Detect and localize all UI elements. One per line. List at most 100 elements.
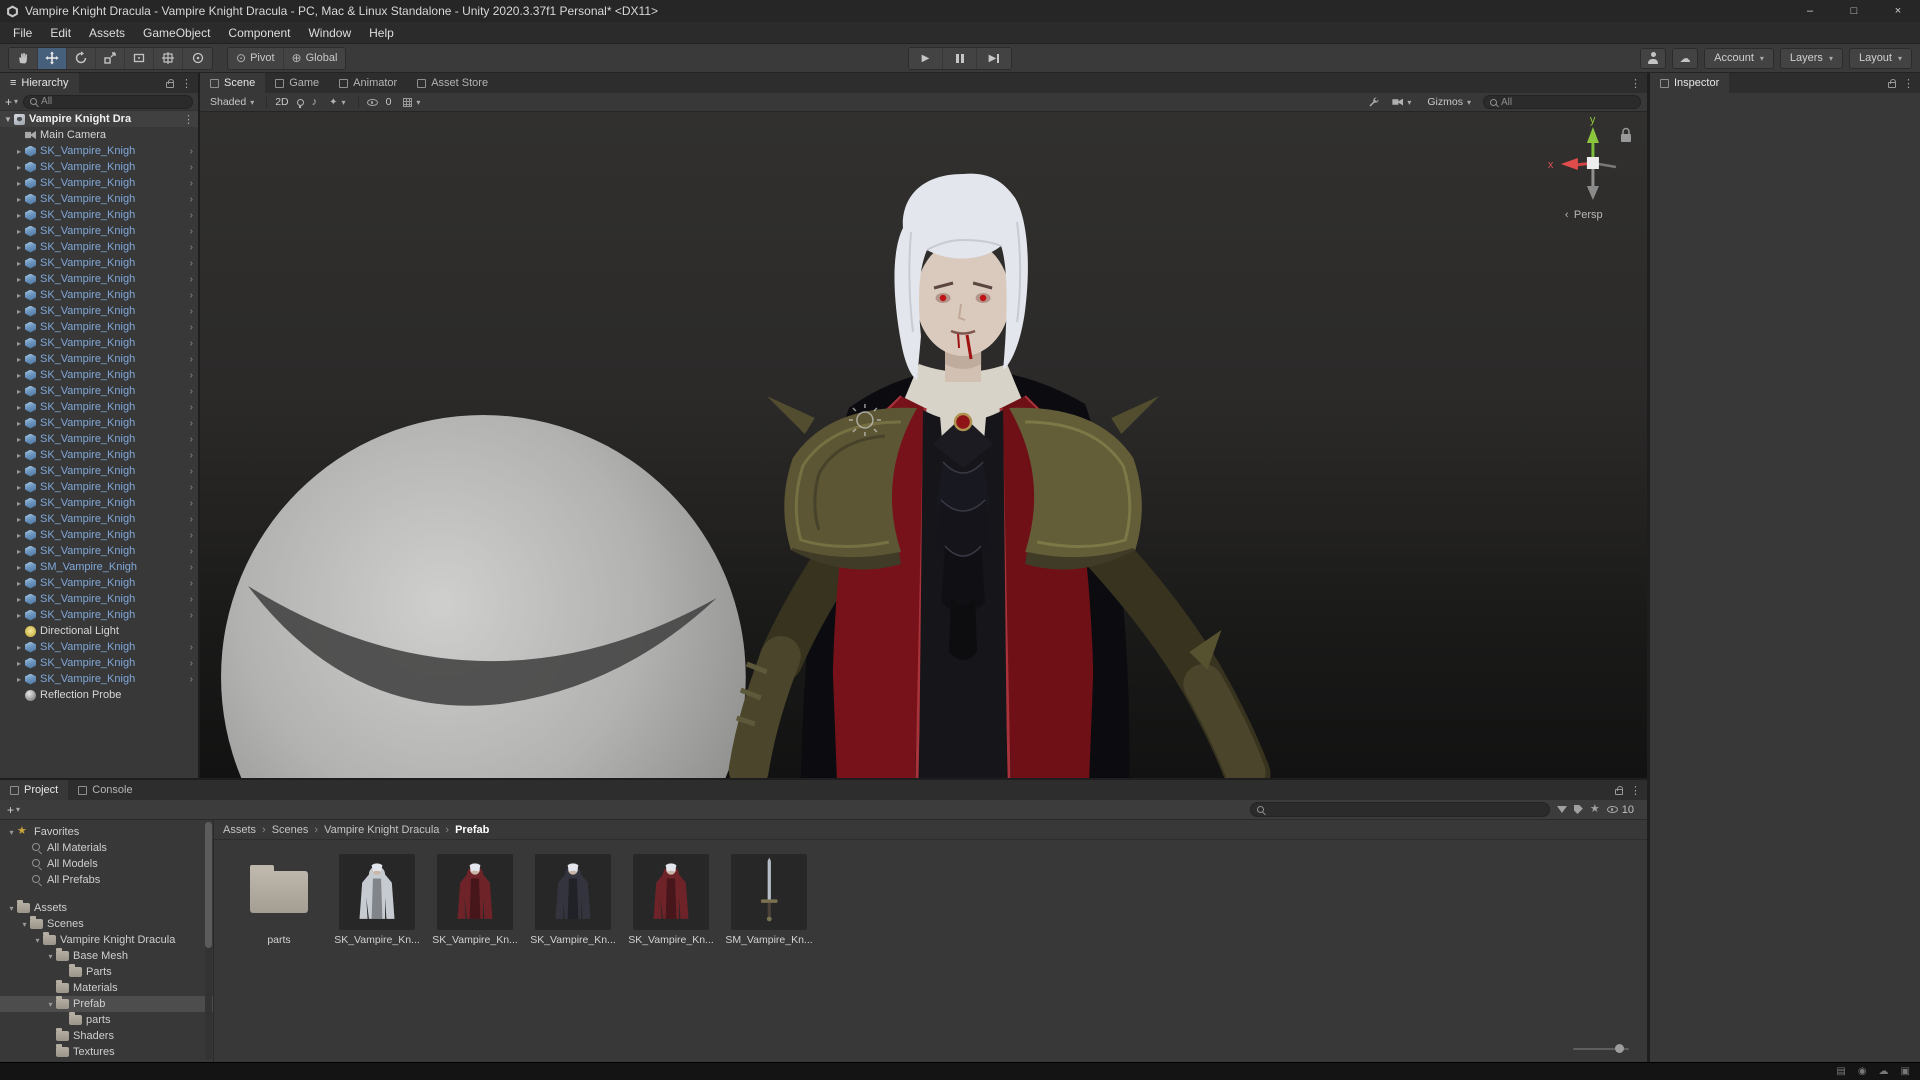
expand-arrow-icon[interactable]: [14, 339, 24, 348]
hierarchy-item[interactable]: SK_Vampire_Knigh ›: [0, 191, 198, 207]
maximize-button[interactable]: □: [1832, 0, 1876, 22]
activity-status-icon[interactable]: ▣: [1901, 1066, 1910, 1077]
expand-arrow-icon[interactable]: [6, 828, 17, 837]
breadcrumb-segment[interactable]: Scenes ›: [272, 824, 318, 836]
expand-arrow-icon[interactable]: [14, 483, 24, 492]
layers-dropdown[interactable]: Layers ▾: [1779, 47, 1843, 69]
hierarchy-item[interactable]: SK_Vampire_Knigh ›: [0, 239, 198, 255]
expand-arrow-icon[interactable]: [14, 595, 24, 604]
gizmos-dropdown[interactable]: Gizmos ▾: [1423, 96, 1475, 108]
asset-item[interactable]: SK_Vampire_Kn...: [334, 854, 420, 946]
prefab-open-arrow-icon[interactable]: ›: [190, 210, 193, 221]
prefab-open-arrow-icon[interactable]: ›: [190, 258, 193, 269]
expand-arrow-icon[interactable]: [14, 163, 24, 172]
tree-row[interactable]: All Materials: [0, 840, 213, 856]
prefab-open-arrow-icon[interactable]: ›: [190, 578, 193, 589]
prefab-open-arrow-icon[interactable]: ›: [190, 322, 193, 333]
hierarchy-item[interactable]: SK_Vampire_Knigh ›: [0, 335, 198, 351]
expand-arrow-icon[interactable]: [14, 355, 24, 364]
hierarchy-item[interactable]: SK_Vampire_Knigh ›: [0, 527, 198, 543]
tool-button[interactable]: [154, 47, 183, 69]
tree-row[interactable]: Favorites: [0, 824, 213, 840]
lock-icon[interactable]: [1888, 78, 1896, 88]
menu-item[interactable]: GameObject: [134, 22, 219, 43]
hierarchy-item[interactable]: SK_Vampire_Knigh ›: [0, 543, 198, 559]
asset-item[interactable]: SM_Vampire_Kn...: [725, 854, 813, 946]
prefab-open-arrow-icon[interactable]: ›: [190, 530, 193, 541]
hierarchy-item[interactable]: SK_Vampire_Knigh ›: [0, 143, 198, 159]
expand-arrow-icon[interactable]: [14, 243, 24, 252]
hierarchy-item[interactable]: SK_Vampire_Knigh ›: [0, 431, 198, 447]
prefab-open-arrow-icon[interactable]: ›: [190, 274, 193, 285]
prefab-open-arrow-icon[interactable]: ›: [190, 498, 193, 509]
menu-item[interactable]: File: [4, 22, 41, 43]
step-button[interactable]: ▶: [977, 48, 1011, 69]
expand-arrow-icon[interactable]: [14, 451, 24, 460]
asset-thumbnail[interactable]: [339, 854, 415, 930]
account-dropdown[interactable]: Account ▾: [1704, 47, 1774, 69]
prefab-open-arrow-icon[interactable]: ›: [190, 594, 193, 605]
expand-arrow-icon[interactable]: [14, 195, 24, 204]
asset-thumbnail[interactable]: [437, 854, 513, 930]
kebab-menu-icon[interactable]: ⋮: [183, 113, 194, 126]
expand-arrow-icon[interactable]: [6, 904, 17, 913]
view-tab[interactable]: Animator: [329, 73, 407, 93]
breadcrumb-segment[interactable]: Vampire Knight Dracula ›: [324, 824, 449, 836]
expand-arrow-icon[interactable]: [14, 499, 24, 508]
expand-arrow-icon[interactable]: [14, 467, 24, 476]
expand-arrow-icon[interactable]: [14, 579, 24, 588]
search-by-label-icon[interactable]: [1573, 805, 1583, 814]
kebab-menu-icon[interactable]: ⋮: [1630, 784, 1641, 797]
hierarchy-item[interactable]: SK_Vampire_Knigh ›: [0, 479, 198, 495]
prefab-open-arrow-icon[interactable]: ›: [190, 610, 193, 621]
toggle-2d[interactable]: 2D: [275, 96, 288, 108]
breadcrumb-segment[interactable]: Assets ›: [223, 824, 266, 836]
tree-row[interactable]: Assets: [0, 900, 213, 916]
expand-arrow-icon[interactable]: [14, 643, 24, 652]
gizmo-lock-icon[interactable]: [1620, 127, 1631, 143]
view-tab[interactable]: Asset Store: [407, 73, 498, 93]
expand-arrow-icon[interactable]: [14, 419, 24, 428]
hidden-packages-icon[interactable]: [1606, 806, 1618, 813]
expand-arrow-icon[interactable]: [14, 307, 24, 316]
expand-arrow-icon[interactable]: [14, 531, 24, 540]
hierarchy-item[interactable]: SK_Vampire_Knigh ›: [0, 207, 198, 223]
prefab-open-arrow-icon[interactable]: ›: [190, 178, 193, 189]
layout-dropdown[interactable]: Layout ▾: [1848, 47, 1912, 69]
expand-arrow-icon[interactable]: [19, 920, 30, 929]
menu-item[interactable]: Edit: [41, 22, 80, 43]
tool-button[interactable]: [67, 47, 96, 69]
tree-row[interactable]: All Models: [0, 856, 213, 872]
bottom-tab[interactable]: Project: [0, 780, 69, 800]
expand-arrow-icon[interactable]: [14, 259, 24, 268]
console-status-icon[interactable]: ▤: [1836, 1066, 1845, 1077]
expand-arrow-icon[interactable]: [45, 1000, 56, 1009]
prefab-open-arrow-icon[interactable]: ›: [190, 338, 193, 349]
hierarchy-item[interactable]: SK_Vampire_Knigh ›: [0, 655, 198, 671]
pause-button[interactable]: [943, 48, 977, 69]
expand-arrow-icon[interactable]: [14, 291, 24, 300]
hierarchy-item[interactable]: SK_Vampire_Knigh ›: [0, 383, 198, 399]
hierarchy-item[interactable]: SK_Vampire_Knigh ›: [0, 351, 198, 367]
hierarchy-item[interactable]: SK_Vampire_Knigh ›: [0, 367, 198, 383]
lock-icon[interactable]: [1615, 785, 1623, 795]
expand-arrow-icon[interactable]: [14, 323, 24, 332]
tab-inspector[interactable]: Inspector: [1650, 73, 1730, 93]
global-toggle[interactable]: ⊕ Global: [284, 48, 346, 69]
thumbnail-zoom-slider[interactable]: [1573, 1044, 1629, 1054]
project-search-input[interactable]: [1249, 802, 1550, 817]
tree-scrollbar-thumb[interactable]: [205, 822, 212, 948]
menu-item[interactable]: Help: [360, 22, 403, 43]
prefab-open-arrow-icon[interactable]: ›: [190, 546, 193, 557]
tree-row[interactable]: Parts: [0, 964, 213, 980]
tree-row[interactable]: Textures: [0, 1044, 213, 1060]
asset-thumbnail[interactable]: [535, 854, 611, 930]
play-button[interactable]: ▶: [909, 48, 943, 69]
tool-button[interactable]: [96, 47, 125, 69]
tree-row[interactable]: Vampire Knight Dracula: [0, 932, 213, 948]
tool-button[interactable]: [125, 47, 154, 69]
hierarchy-item[interactable]: Main Camera ›: [0, 127, 198, 143]
expand-arrow-icon[interactable]: [14, 563, 24, 572]
search-by-type-icon[interactable]: [1556, 806, 1567, 813]
prefab-open-arrow-icon[interactable]: ›: [190, 226, 193, 237]
